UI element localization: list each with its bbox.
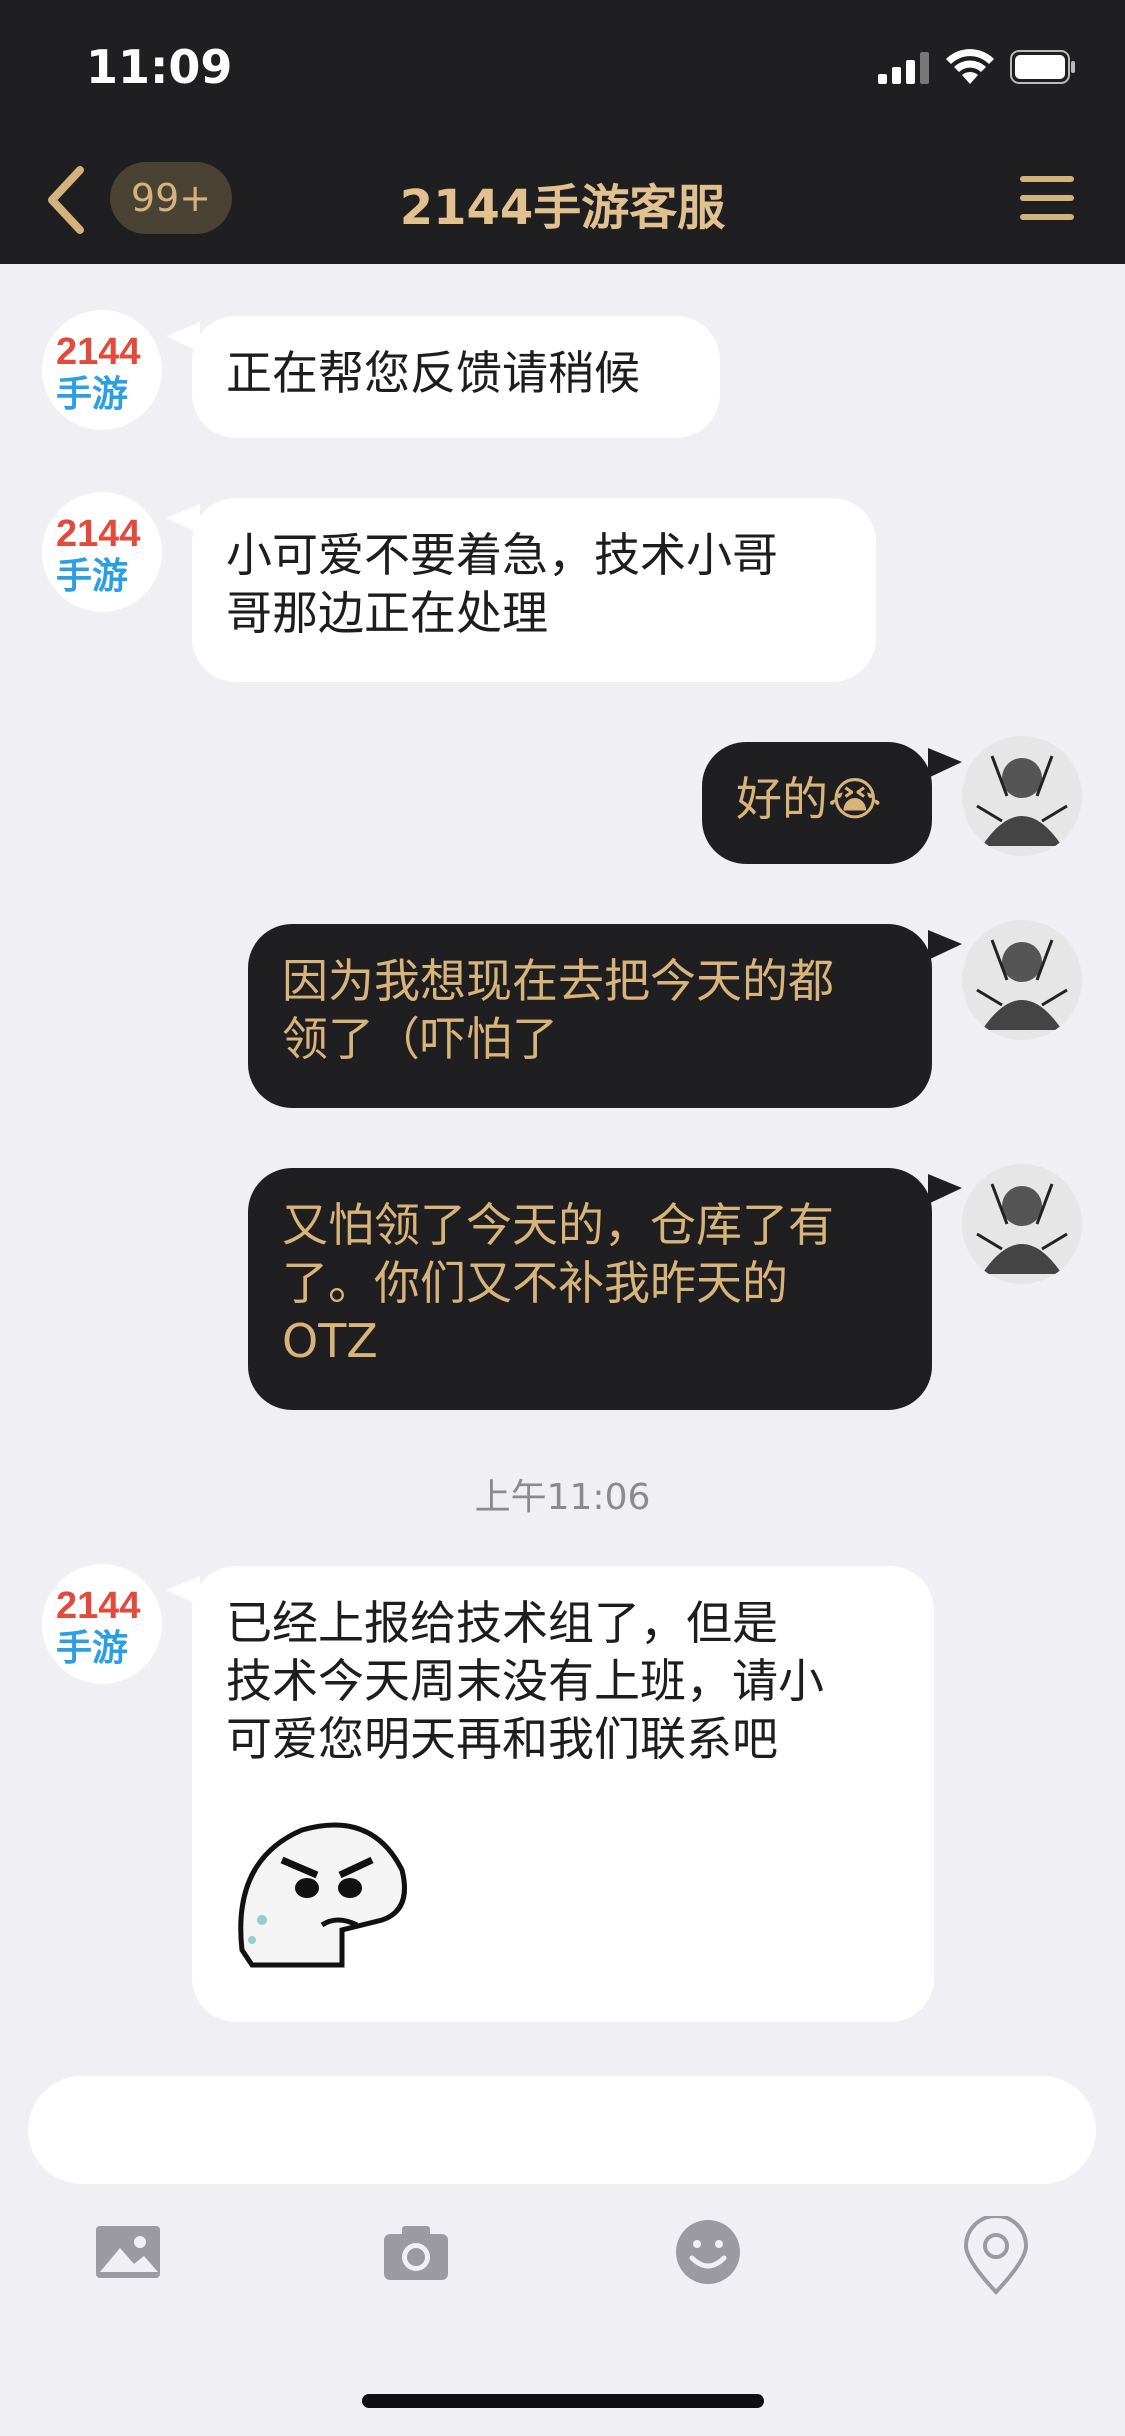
user-avatar[interactable]	[962, 1164, 1082, 1284]
menu-icon[interactable]	[1018, 172, 1076, 224]
message-line: 了。你们又不补我昨天的	[282, 1256, 788, 1310]
brand-logo-icon: 2144 手游	[56, 331, 141, 415]
user-avatar[interactable]	[962, 920, 1082, 1040]
message-line: 因为我想现在去把今天的都	[282, 954, 834, 1008]
message-line: 领了（吓怕了	[282, 1012, 558, 1066]
image-icon[interactable]	[92, 2216, 164, 2288]
message-text: 正在帮您反馈请稍候	[226, 346, 640, 400]
cs-avatar[interactable]: 2144 手游	[42, 492, 162, 612]
brand-logo-icon: 2144 手游	[56, 1585, 141, 1669]
message-line: OTZ	[282, 1314, 378, 1368]
angry-sticker-icon[interactable]	[222, 1800, 412, 1970]
chat-screen: 11:09 99+ 2144手游客服 2144 手游 正在帮您反馈请稍候 214…	[0, 0, 1125, 2436]
bubble-tail	[928, 1174, 962, 1204]
svg-text:手游: 手游	[56, 1628, 128, 1669]
page-title: 2144手游客服	[399, 180, 726, 236]
message-bubble-outgoing[interactable]: 又怕领了今天的，仓库了有 了。你们又不补我昨天的 OTZ	[248, 1168, 932, 1410]
user-avatar[interactable]	[962, 736, 1082, 856]
user-avatar-image-icon	[962, 1164, 1082, 1284]
user-avatar-image-icon	[962, 736, 1082, 856]
message-line: 已经上报给技术组了，但是	[226, 1596, 778, 1650]
message-input[interactable]	[28, 2076, 1096, 2184]
svg-text:2144: 2144	[56, 331, 141, 373]
emoji-icon[interactable]	[672, 2216, 744, 2288]
user-avatar-image-icon	[962, 920, 1082, 1040]
message-line: 哥那边正在处理	[226, 586, 548, 640]
camera-icon[interactable]	[380, 2216, 452, 2288]
message-text: 好的	[736, 772, 828, 826]
message-bubble-incoming[interactable]: 小可爱不要着急，技术小哥 哥那边正在处理	[192, 498, 876, 682]
crying-emoji-icon: 😭	[828, 772, 882, 826]
bubble-tail	[928, 930, 962, 960]
signal-icon	[878, 52, 929, 84]
top-bar: 11:09 99+ 2144手游客服	[0, 0, 1125, 264]
svg-text:2144: 2144	[56, 1585, 141, 1627]
svg-text:手游: 手游	[56, 556, 128, 597]
bubble-tail	[928, 748, 962, 778]
status-time: 11:09	[86, 40, 233, 94]
cs-avatar[interactable]: 2144 手游	[42, 1564, 162, 1684]
svg-text:手游: 手游	[56, 374, 128, 415]
location-icon[interactable]	[960, 2216, 1032, 2296]
message-line: 技术今天周末没有上班，请小	[226, 1654, 824, 1708]
message-bubble-incoming[interactable]: 正在帮您反馈请稍候	[192, 316, 720, 438]
message-bubble-outgoing[interactable]: 因为我想现在去把今天的都 领了（吓怕了	[248, 924, 932, 1108]
message-line: 小可爱不要着急，技术小哥	[226, 528, 778, 582]
battery-icon	[1010, 50, 1075, 84]
svg-text:2144: 2144	[56, 513, 141, 555]
brand-logo-icon: 2144 手游	[56, 513, 141, 597]
home-indicator[interactable]	[362, 2394, 764, 2408]
message-line: 可爱您明天再和我们联系吧	[226, 1712, 778, 1766]
message-line: 又怕领了今天的，仓库了有	[282, 1198, 834, 1252]
message-timestamp: 上午11:06	[474, 1477, 651, 1518]
message-bubble-outgoing[interactable]: 好的😭	[702, 742, 932, 864]
wifi-icon	[946, 49, 994, 84]
cs-avatar[interactable]: 2144 手游	[42, 310, 162, 430]
